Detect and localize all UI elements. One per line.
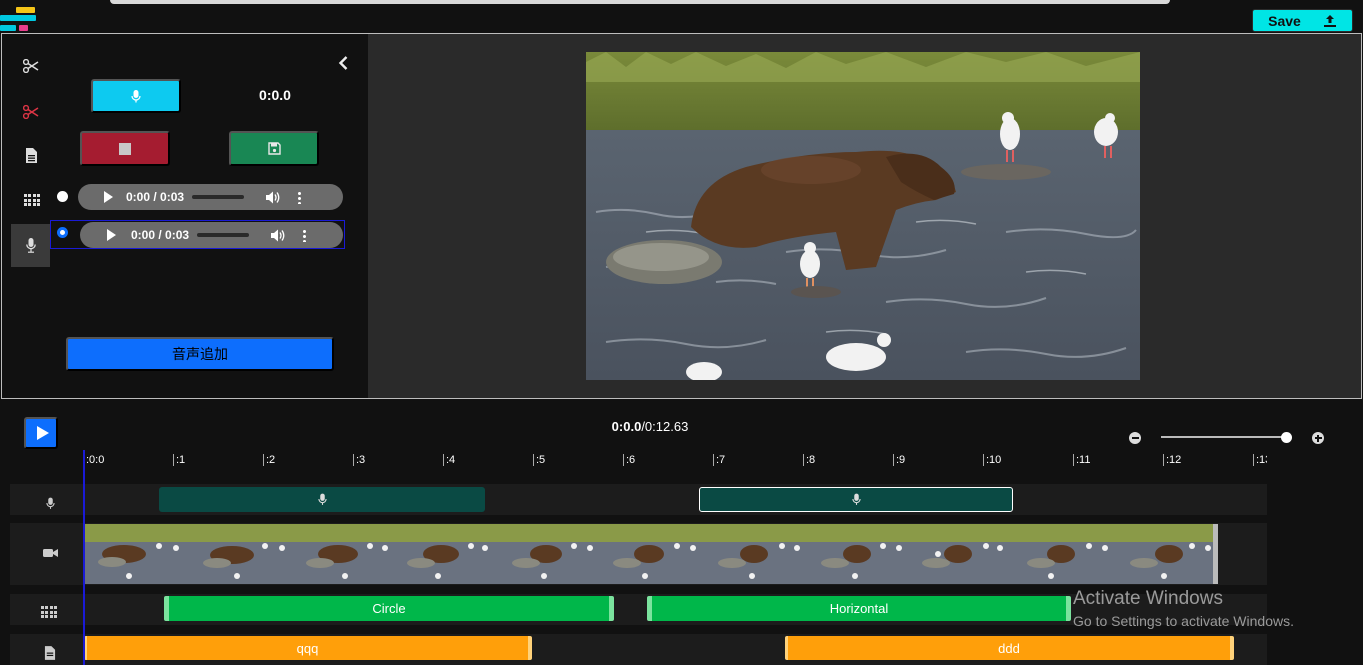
ruler-tick: :6 (623, 454, 635, 466)
film-frame (290, 524, 393, 584)
film-frame (1011, 524, 1114, 584)
zoom-out-icon[interactable] (1129, 432, 1141, 444)
ruler-tick: :8 (803, 454, 815, 466)
video-clip-trim-handle[interactable] (1213, 524, 1218, 584)
ruler-tick: :9 (893, 454, 905, 466)
save-label: Save (1268, 12, 1301, 29)
microphone-icon (317, 493, 327, 505)
activation-watermark-subtitle: Go to Settings to activate Windows. (1073, 613, 1294, 629)
more-options-icon[interactable] (303, 228, 307, 242)
grid-icon[interactable] (14, 181, 52, 219)
text-clip[interactable]: qqq (84, 636, 532, 660)
film-frame (496, 524, 599, 584)
microphone-icon (851, 493, 861, 505)
more-options-icon[interactable] (298, 190, 302, 204)
ruler-tick: :10 (983, 454, 1001, 466)
recording-radio-2[interactable] (57, 227, 68, 238)
save-button[interactable]: Save (1252, 9, 1353, 32)
audio-clip[interactable] (159, 487, 485, 512)
ruler-tick: :3 (353, 454, 365, 466)
microphone-icon[interactable] (11, 224, 50, 267)
ruler-tick: :12 (1163, 454, 1181, 466)
zoom-slider[interactable] (1161, 436, 1289, 438)
current-time: 0:0.0 (611, 419, 642, 434)
audio-current-time: 0:00 (126, 190, 151, 204)
film-frame (187, 524, 290, 584)
audio-current-time: 0:00 (131, 228, 156, 242)
cut-icon[interactable] (12, 47, 50, 85)
audio-progress-bar[interactable] (197, 233, 250, 237)
grid-icon (30, 604, 70, 620)
ruler-tick: :2 (263, 454, 275, 466)
ruler-tick: :13 (1253, 454, 1267, 466)
browser-strip (110, 0, 1170, 4)
document-icon (30, 645, 70, 661)
ruler-tick: :11 (1073, 454, 1090, 466)
top-bar (0, 0, 1363, 33)
ruler-tick: :1 (173, 454, 185, 466)
ruler-tick: :7 (713, 454, 725, 466)
audio-duration: / 0:03 (155, 228, 190, 242)
film-frame (908, 524, 1011, 584)
app-logo-icon (0, 0, 40, 33)
film-frame (702, 524, 805, 584)
play-icon[interactable] (107, 229, 116, 241)
text-clip[interactable]: ddd (785, 636, 1234, 660)
audio-progress-bar[interactable] (192, 195, 245, 199)
upload-icon (1323, 14, 1336, 27)
stop-icon (119, 142, 131, 155)
audio-clip-selected[interactable] (699, 487, 1013, 512)
floppy-disk-icon (267, 142, 281, 155)
video-camera-icon (30, 544, 70, 562)
microphone-icon (30, 494, 70, 512)
video-clip-filmstrip[interactable] (84, 524, 1217, 584)
zoom-in-icon[interactable] (1312, 432, 1324, 444)
chevron-left-icon[interactable] (336, 55, 352, 71)
ruler-tick: :0:0 (83, 454, 104, 466)
audio-player-1[interactable]: 0:00 / 0:03 (78, 184, 343, 210)
effect-clip[interactable]: Circle (164, 596, 614, 621)
film-frame (1114, 524, 1217, 584)
film-frame (393, 524, 496, 584)
film-frame (599, 524, 702, 584)
volume-icon[interactable] (266, 191, 281, 204)
activation-watermark-title: Activate Windows (1073, 588, 1223, 609)
time-display: 0:0.0/0:12.63 (560, 419, 740, 434)
audio-duration: / 0:03 (150, 190, 185, 204)
play-button[interactable] (24, 417, 58, 449)
stop-button[interactable] (80, 131, 170, 166)
play-icon (36, 426, 49, 440)
save-recording-button[interactable] (229, 131, 319, 166)
playhead[interactable] (83, 450, 85, 665)
recording-radio-1[interactable] (57, 191, 68, 202)
play-icon[interactable] (104, 191, 113, 203)
record-button[interactable] (91, 79, 181, 113)
video-preview[interactable] (586, 52, 1140, 380)
document-icon[interactable] (12, 136, 50, 174)
record-timer: 0:0.0 (259, 87, 291, 103)
film-frame (805, 524, 908, 584)
cut-red-icon[interactable] (12, 93, 50, 131)
microphone-icon (131, 89, 141, 102)
film-frame (84, 524, 187, 584)
total-time: /0:12.63 (641, 419, 689, 434)
add-audio-button[interactable]: 音声追加 (66, 337, 334, 371)
zoom-slider-handle[interactable] (1281, 432, 1292, 443)
effect-clip[interactable]: Horizontal (647, 596, 1071, 621)
volume-icon[interactable] (271, 229, 286, 242)
ruler-tick: :4 (443, 454, 455, 466)
audio-player-2[interactable]: 0:00 / 0:03 (80, 222, 343, 248)
ruler-tick: :5 (533, 454, 545, 466)
